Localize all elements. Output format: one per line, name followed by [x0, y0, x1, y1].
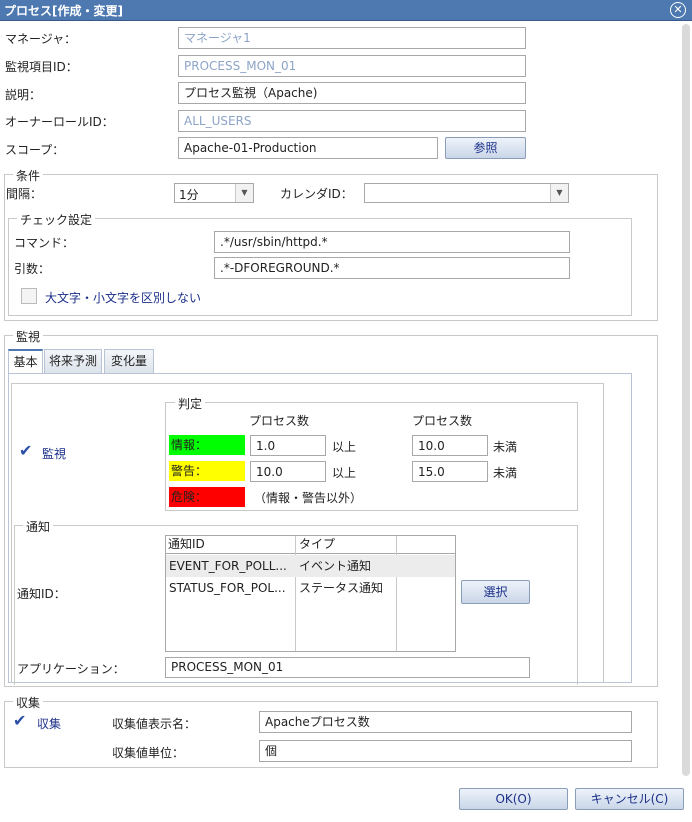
- window-title: プロセス[作成・変更]: [4, 4, 123, 18]
- notify-id-cell: EVENT_FOR_POLL...: [169, 559, 287, 573]
- chevron-down-icon: ▼: [550, 184, 568, 202]
- critical-note: （情報・警告以外）: [254, 491, 363, 505]
- table-row[interactable]: STATUS_FOR_POL... ステータス通知: [166, 577, 455, 599]
- case-insensitive-label: 大文字・小文字を区別しない: [45, 291, 202, 305]
- calendar-label: カレンダID：: [280, 187, 353, 201]
- args-field[interactable]: .*-DFOREGROUND.*: [214, 257, 570, 279]
- interval-select[interactable]: 1分 ▼: [174, 183, 254, 203]
- column-header-type: タイプ: [299, 537, 336, 551]
- application-field[interactable]: PROCESS_MON_01: [165, 657, 530, 678]
- info-status: 情報：: [169, 435, 245, 455]
- warning-max-field[interactable]: 15.0: [412, 461, 488, 482]
- collection-legend: 収集: [13, 694, 44, 711]
- tab-basic[interactable]: 基本: [8, 349, 43, 373]
- command-label: コマンド：: [14, 236, 75, 250]
- vertical-scrollbar[interactable]: [682, 24, 690, 776]
- column-header-notify-id: 通知ID: [168, 537, 205, 551]
- collect-check-icon[interactable]: ✔: [13, 713, 26, 729]
- info-min-suffix: 以上: [332, 440, 357, 454]
- ok-button[interactable]: OK(O): [459, 788, 568, 810]
- scope-field: Apache-01-Production: [178, 137, 438, 159]
- args-label: 引数：: [14, 262, 51, 276]
- monitor-id-field: PROCESS_MON_01: [178, 55, 526, 77]
- notification-legend: 通知: [23, 518, 54, 535]
- process-count-header: プロセス数: [412, 414, 473, 428]
- chevron-down-icon: ▼: [235, 184, 253, 202]
- judgment-legend: 判定: [175, 395, 206, 412]
- manager-field: マネージャ1: [178, 27, 526, 49]
- description-label: 説明：: [5, 88, 42, 102]
- info-max-suffix: 未満: [493, 440, 518, 454]
- application-label: アプリケーション：: [17, 662, 125, 676]
- unit-field[interactable]: 個: [259, 740, 632, 762]
- table-row[interactable]: EVENT_FOR_POLL... イベント通知: [166, 555, 455, 577]
- notify-id-cell: STATUS_FOR_POL...: [169, 581, 286, 595]
- monitor-checkbox-label: 監視: [42, 447, 67, 461]
- warning-max-suffix: 未満: [493, 466, 518, 480]
- collect-checkbox-label: 収集: [37, 717, 62, 731]
- select-button[interactable]: 選択: [461, 580, 530, 604]
- case-insensitive-checkbox[interactable]: [21, 288, 37, 304]
- command-field[interactable]: .*/usr/sbin/httpd.*: [214, 231, 570, 253]
- notify-type-cell: ステータス通知: [299, 581, 384, 595]
- manager-label: マネージャ：: [5, 32, 77, 46]
- notify-type-cell: イベント通知: [299, 559, 372, 573]
- table-header: 通知ID タイプ: [166, 536, 455, 554]
- description-field[interactable]: プロセス監視（Apache): [178, 82, 526, 104]
- calendar-select[interactable]: ▼: [364, 183, 569, 203]
- conditions-legend: 条件: [13, 167, 44, 184]
- info-min-field[interactable]: 1.0: [250, 435, 326, 456]
- monitor-id-label: 監視項目ID：: [5, 60, 78, 74]
- display-name-field[interactable]: Apacheプロセス数: [259, 711, 632, 733]
- notification-table[interactable]: 通知ID タイプ EVENT_FOR_POLL... イベント通知 STATUS…: [165, 535, 456, 652]
- warning-min-field[interactable]: 10.0: [250, 461, 326, 482]
- warning-status: 警告：: [169, 461, 245, 481]
- info-max-field[interactable]: 10.0: [412, 435, 488, 456]
- monitor-check-icon[interactable]: ✔: [19, 443, 32, 459]
- owner-role-label: オーナーロールID：: [5, 115, 114, 129]
- tab-forecast[interactable]: 将来予測: [44, 349, 102, 373]
- interval-value: 1分: [179, 188, 199, 202]
- scope-label: スコープ：: [5, 143, 65, 157]
- owner-role-field: ALL_USERS: [178, 110, 526, 132]
- check-settings-legend: チェック設定: [17, 211, 96, 228]
- critical-status: 危険：: [169, 487, 245, 507]
- monitor-legend: 監視: [13, 328, 44, 345]
- cancel-button[interactable]: キャンセル(C): [575, 788, 684, 810]
- warning-min-suffix: 以上: [332, 466, 357, 480]
- title-bar: プロセス[作成・変更] ✕: [0, 0, 692, 21]
- display-name-label: 収集値表示名：: [112, 717, 197, 731]
- close-icon[interactable]: ✕: [670, 2, 686, 18]
- interval-label: 間隔：: [6, 187, 43, 201]
- process-count-header: プロセス数: [249, 414, 310, 428]
- unit-label: 収集値単位：: [112, 746, 185, 760]
- notify-id-label: 通知ID：: [17, 587, 66, 601]
- browse-button[interactable]: 参照: [445, 137, 526, 159]
- tab-change-amount[interactable]: 変化量: [104, 349, 154, 373]
